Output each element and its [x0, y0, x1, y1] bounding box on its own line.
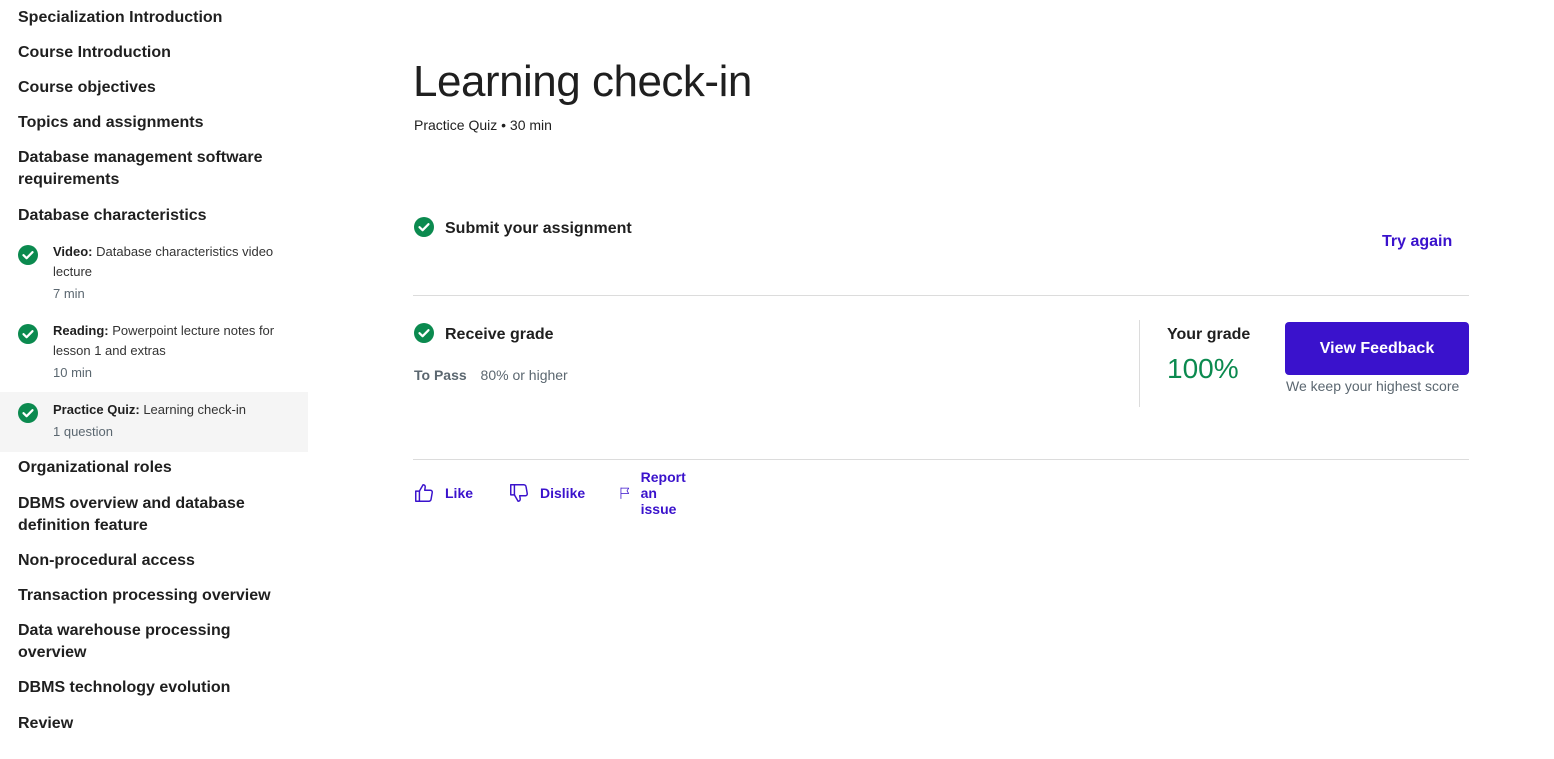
item-type: Reading:: [53, 323, 109, 338]
item-count: 1 question: [53, 424, 113, 439]
sidebar-item-video[interactable]: Video: Database characteristics video le…: [0, 236, 308, 314]
section-divider: [413, 459, 1469, 460]
like-label: Like: [445, 485, 474, 501]
grade-check-icon: [414, 323, 434, 343]
item-type: Video:: [53, 244, 93, 259]
highest-score-note: We keep your highest score: [1286, 378, 1460, 394]
sidebar-heading-database-characteristics[interactable]: Database characteristics: [18, 205, 288, 227]
sidebar-heading-transaction-processing[interactable]: Transaction processing overview: [18, 585, 288, 607]
try-again-link[interactable]: Try again: [1382, 232, 1452, 252]
sidebar-item-label: Reading: Powerpoint lecture notes for le…: [53, 321, 278, 361]
to-pass-label: To Pass: [414, 367, 467, 383]
section-divider: [413, 295, 1469, 296]
view-feedback-button[interactable]: View Feedback: [1285, 322, 1469, 375]
sidebar-heading-dbms-evolution[interactable]: DBMS technology evolution: [18, 677, 288, 699]
dislike-label: Dislike: [540, 485, 586, 501]
item-title: Learning check-in: [143, 402, 246, 417]
completed-check-icon: [18, 403, 38, 423]
dislike-button[interactable]: Dislike: [508, 480, 585, 506]
grade-separator: [1139, 320, 1140, 407]
item-duration: 10 min: [53, 365, 93, 380]
page-title: Learning check-in: [413, 57, 752, 106]
sidebar-heading-topics-assignments[interactable]: Topics and assignments: [18, 112, 288, 134]
to-pass-value: 80% or higher: [480, 367, 568, 383]
receive-grade-title: Receive grade: [445, 326, 554, 343]
sidebar-heading-course-intro[interactable]: Course Introduction: [18, 42, 288, 64]
completed-check-icon: [18, 324, 38, 344]
completed-check-icon: [18, 245, 38, 265]
sidebar-item-label: Video: Database characteristics video le…: [53, 242, 278, 282]
sidebar-item-practice-quiz[interactable]: Practice Quiz: Learning check-in 1 quest…: [0, 392, 308, 452]
thumbs-down-icon: [510, 484, 528, 502]
submit-assignment-title: Submit your assignment: [445, 220, 632, 237]
sidebar-heading-course-objectives[interactable]: Course objectives: [18, 77, 288, 99]
to-pass-requirement: To Pass 80% or higher: [414, 366, 568, 384]
sidebar-heading-non-procedural-access[interactable]: Non-procedural access: [18, 550, 288, 572]
grade-value: 100%: [1167, 353, 1239, 384]
item-type: Practice Quiz:: [53, 402, 140, 417]
report-issue-label: Report an issue: [640, 469, 686, 517]
sidebar-item-label: Practice Quiz: Learning check-in: [53, 400, 278, 420]
sidebar-heading-specialization-intro[interactable]: Specialization Introduction: [18, 7, 288, 29]
thumbs-up-icon: [415, 484, 433, 502]
sidebar-heading-dbms-overview[interactable]: DBMS overview and database definition fe…: [18, 493, 288, 537]
item-duration: 7 min: [53, 286, 85, 301]
like-button[interactable]: Like: [413, 480, 473, 506]
sidebar-item-reading[interactable]: Reading: Powerpoint lecture notes for le…: [0, 315, 308, 393]
flag-icon: [620, 487, 630, 499]
your-grade-label: Your grade: [1167, 326, 1251, 343]
sidebar-heading-review[interactable]: Review: [18, 713, 288, 735]
sidebar-heading-data-warehouse[interactable]: Data warehouse processing overview: [18, 620, 288, 664]
report-issue-button[interactable]: Report an issue: [619, 469, 696, 517]
course-outline-sidebar: Specialization Introduction Course Intro…: [0, 0, 308, 759]
submit-check-icon: [414, 217, 434, 237]
page-meta: Practice Quiz • 30 min: [414, 117, 552, 133]
sidebar-heading-dbms-requirements[interactable]: Database management software requirement…: [18, 147, 288, 191]
sidebar-heading-organizational-roles[interactable]: Organizational roles: [18, 457, 288, 479]
